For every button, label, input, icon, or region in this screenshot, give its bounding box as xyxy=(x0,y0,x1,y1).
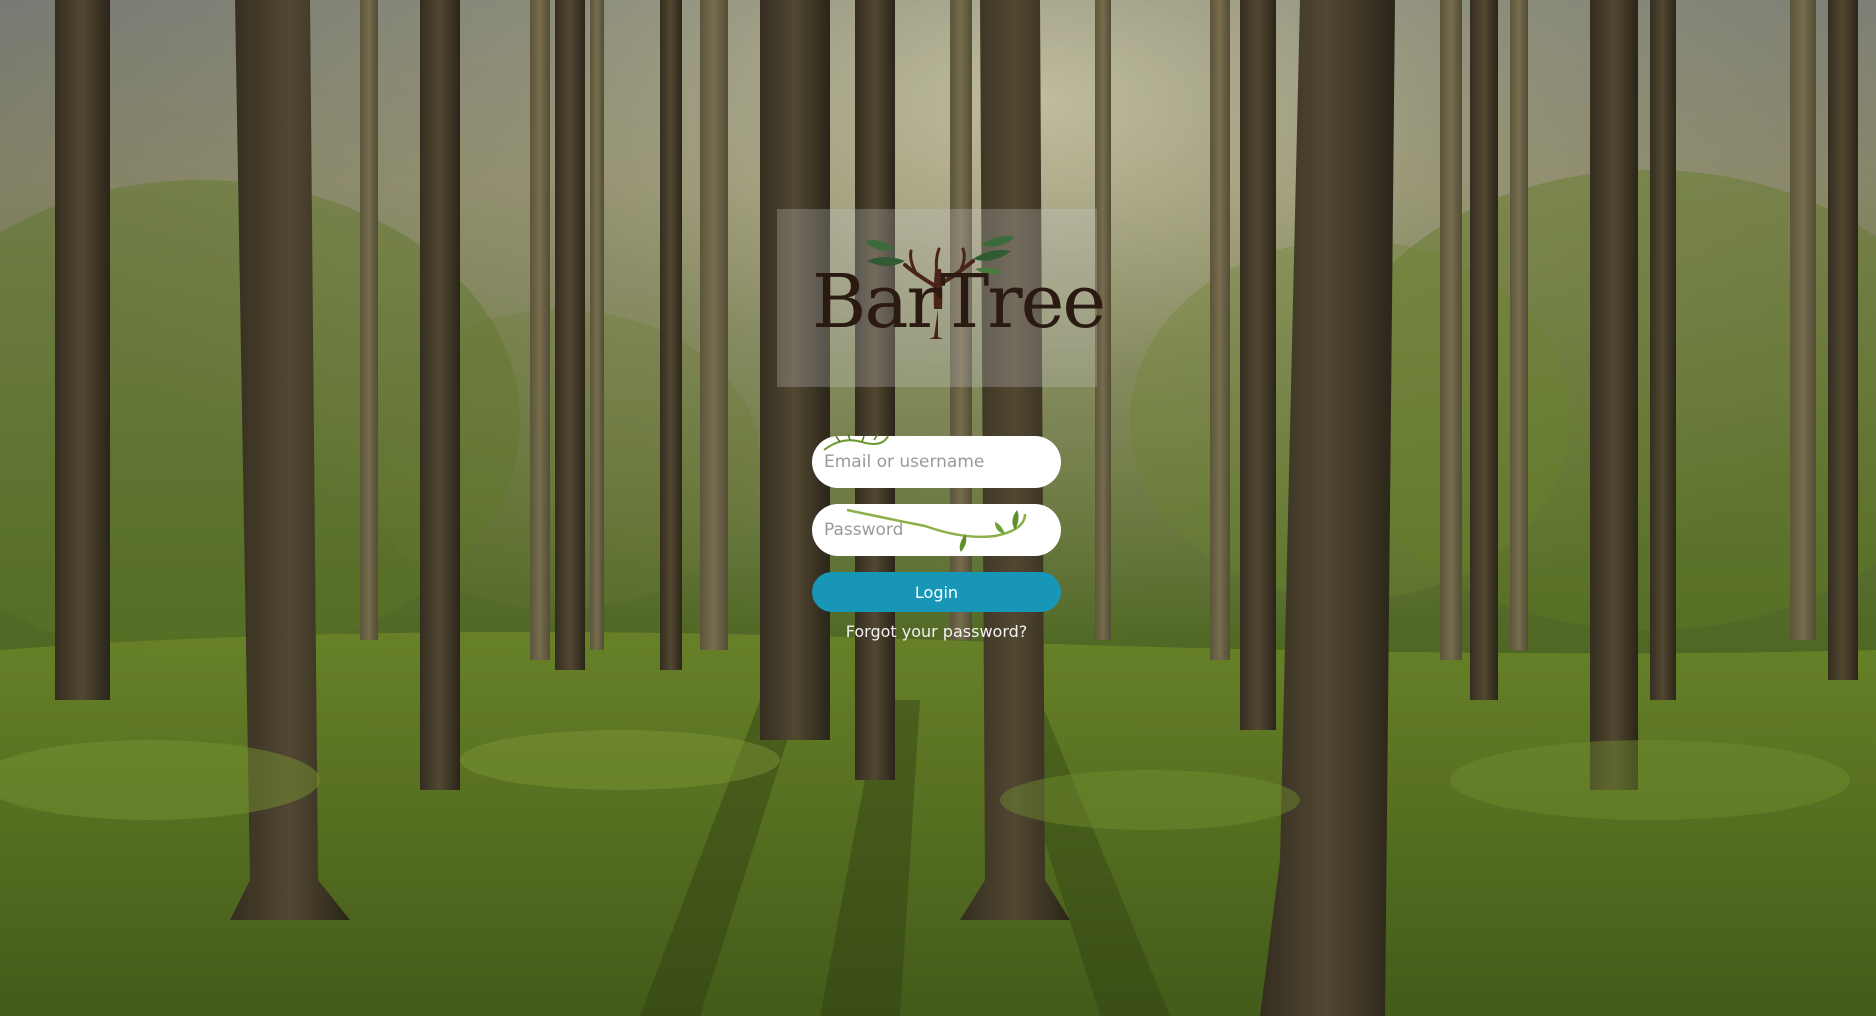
login-button[interactable]: Login xyxy=(812,572,1061,612)
logo-panel: BarTree xyxy=(777,209,1106,387)
email-username-input[interactable] xyxy=(812,436,1061,488)
forgot-password-link[interactable]: Forgot your password? xyxy=(812,622,1061,641)
login-page: BarTree Login Forgot your password? xyxy=(0,0,1876,1016)
password-input[interactable] xyxy=(812,504,1061,556)
logo-wordmark: BarTree xyxy=(812,259,1106,345)
